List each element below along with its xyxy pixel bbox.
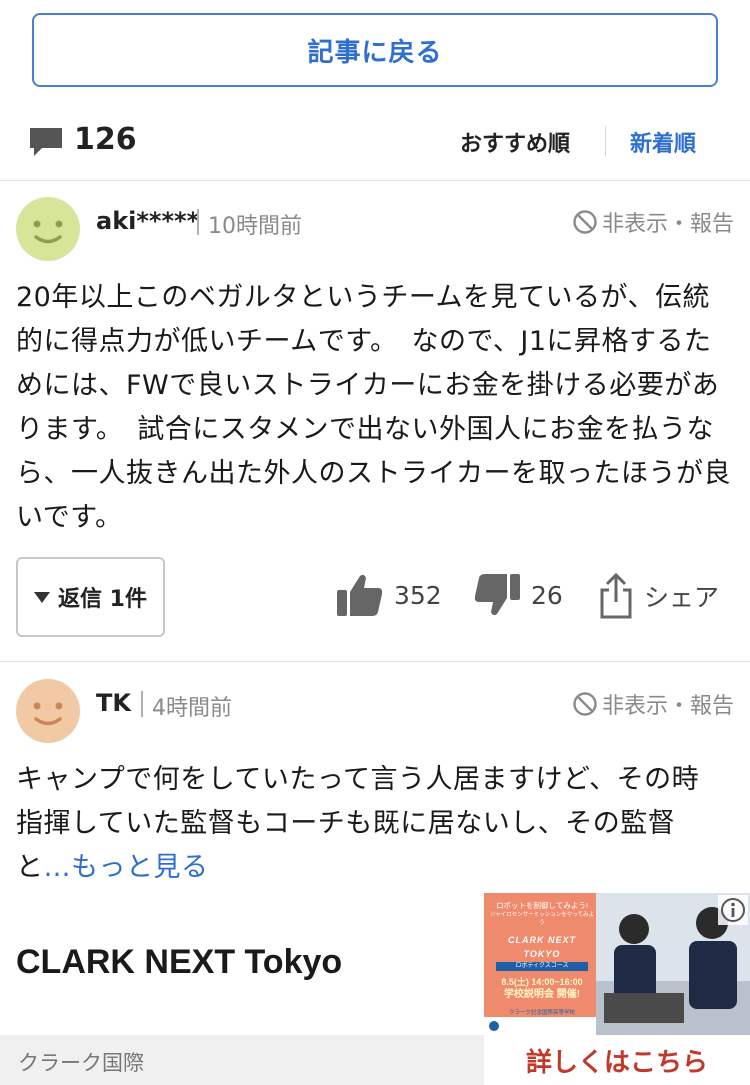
divider [0,661,750,662]
ad-image-line1: ロボットを制御してみよう! [496,901,588,910]
smiley-avatar-icon [16,679,80,743]
caret-down-icon [34,591,51,603]
dislike-count: 26 [531,580,563,610]
hide-report-label: 非表示・報告 [601,694,734,719]
separator [197,209,199,235]
ad-image-course: ロボティクスコース [496,962,588,971]
hide-report-link[interactable]: 非表示・報告 [572,206,734,238]
reply-label: 返信 1件 [58,587,147,612]
comments-header: 126 おすすめ順 新着順 [0,112,750,172]
username[interactable]: TK [96,689,131,717]
hide-report-link[interactable]: 非表示・報告 [572,688,734,720]
block-icon [573,692,597,716]
ad-image-brand: CLARK NEXT TOKYO [508,935,576,959]
like-button[interactable]: 352 [336,572,442,618]
divider [0,180,750,181]
avatar[interactable] [16,679,80,743]
share-icon [600,572,632,619]
sort-divider [605,126,606,156]
ad-cta-button[interactable]: 詳しくはこちら [484,1035,750,1085]
comment-body: 20年以上このベガルタというチームを見ているが、伝統的に得点力が低いチームです。… [16,282,731,533]
comment-time: 4時間前 [152,696,232,721]
ad-image-event: 学校説明会 開催! [503,989,581,1000]
share-button[interactable]: シェア [598,572,719,620]
sort-recommended-tab[interactable]: おすすめ順 [460,126,570,158]
ad-footer: クラーク国際 詳しくはこちら [0,1035,750,1085]
username[interactable]: aki***** [96,207,199,235]
like-count: 352 [394,580,442,610]
hide-report-label: 非表示・報告 [601,212,734,237]
dislike-button[interactable]: 26 [473,572,563,618]
ad-title[interactable]: CLARK NEXT Tokyo [16,943,342,982]
smiley-avatar-icon [16,197,80,261]
show-more-link[interactable]: …もっと見る [44,852,209,883]
block-icon [573,210,597,234]
comment-count: 126 [74,122,137,157]
sort-newest-tab[interactable]: 新着順 [630,126,696,158]
comment-icon [30,128,62,156]
ad-banner[interactable]: CLARK NEXT Tokyo ロボットを制御してみよう! ジャイロセンサーミ… [0,893,750,1085]
ad-info-icon[interactable] [718,895,748,925]
ad-source: クラーク国際 [18,1051,144,1075]
ad-image-line2: ジャイロセンサーミッションをやってみよう [490,912,594,926]
ad-image[interactable]: ロボットを制御してみよう! ジャイロセンサーミッションをやってみよう CLARK… [484,893,750,1035]
comment-body: キャンプで何をしていたって言う人居ますけど、その時指揮していた監督もコーチも既に… [16,758,716,890]
avatar[interactable] [16,197,80,261]
back-to-article-button[interactable]: 記事に戻る [32,13,718,87]
ad-image-school: クラーク記念国際高等学校 [508,1010,575,1016]
thumbs-up-icon [337,574,383,616]
separator [141,691,143,717]
reply-toggle-button[interactable]: 返信 1件 [16,557,165,637]
ad-image-date: 8.5(土) 14:00~16:00 [501,977,583,987]
share-label: シェア [644,583,720,612]
thumbs-down-icon [474,574,520,616]
comment-time: 10時間前 [208,214,302,239]
